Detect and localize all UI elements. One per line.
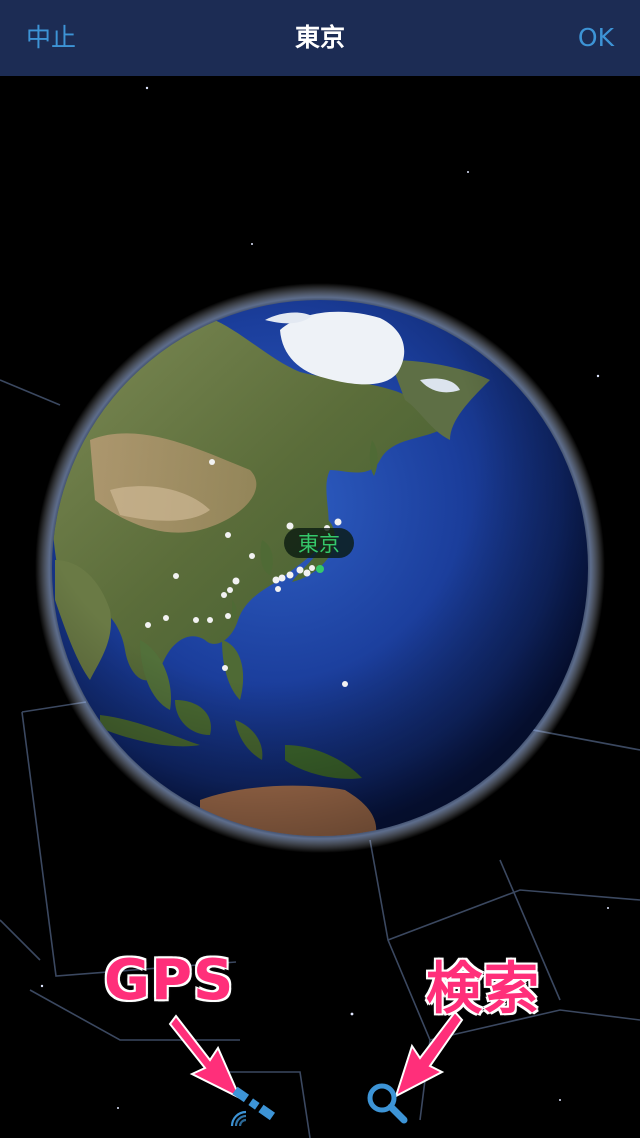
- location-picker-screen: 中止 東京 OK 東京 GPS 検索: [0, 0, 640, 1138]
- magnifier-search-icon: [367, 1083, 408, 1124]
- star-sky-view[interactable]: 東京: [0, 76, 640, 1138]
- navigation-bar: 中止 東京 OK: [0, 0, 640, 76]
- ok-button[interactable]: OK: [552, 0, 640, 76]
- callout-arrows: [168, 1010, 464, 1101]
- earth-globe[interactable]: 東京: [52, 300, 588, 840]
- selected-city-label: 東京: [298, 532, 340, 556]
- gps-callout-label: GPS: [103, 947, 235, 1014]
- search-button[interactable]: [362, 1078, 412, 1126]
- search-callout-label: 検索: [425, 956, 540, 1023]
- cancel-button[interactable]: 中止: [0, 0, 102, 76]
- satellite-gps-icon: [230, 1086, 276, 1127]
- gps-button[interactable]: [220, 1076, 280, 1132]
